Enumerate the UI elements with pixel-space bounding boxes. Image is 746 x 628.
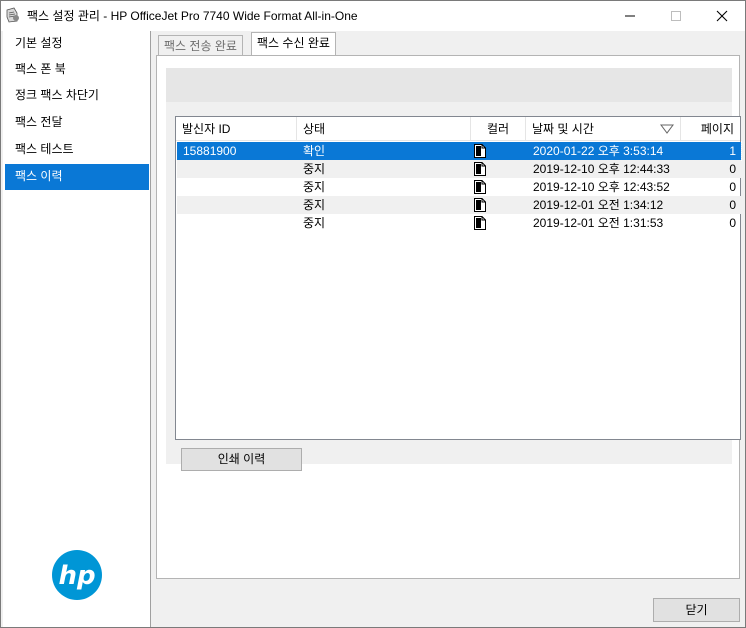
tab-fax-sent[interactable]: 팩스 전송 완료 <box>158 35 243 56</box>
sidebar-item-fax-test[interactable]: 팩스 테스트 <box>5 137 149 163</box>
fax-settings-window: 팩스 설정 관리 - HP OfficeJet Pro 7740 Wide Fo… <box>0 0 746 628</box>
window-title: 팩스 설정 관리 - HP OfficeJet Pro 7740 Wide Fo… <box>27 9 358 23</box>
sidebar-item-fax-history[interactable]: 팩스 이력 <box>5 164 149 190</box>
document-icon <box>474 180 486 194</box>
cell-pages: 0 <box>729 180 736 194</box>
table-row[interactable]: 중지 2019-12-01 오전 1:31:53 0 <box>177 214 741 232</box>
column-header-pages[interactable]: 페이지 <box>681 117 740 141</box>
close-window-button[interactable] <box>699 1 745 31</box>
fax-history-list[interactable]: 발신자 ID 상태 컬러 날짜 및 시간 페이지 15881900 확인 202… <box>175 116 742 440</box>
cell-status: 확인 <box>303 144 326 158</box>
panel-header-strip <box>166 68 732 102</box>
cell-status: 중지 <box>303 162 326 176</box>
fax-app-icon <box>6 7 19 23</box>
table-row[interactable]: 중지 2019-12-10 오후 12:43:52 0 <box>177 178 741 196</box>
sidebar-item-basic-settings[interactable]: 기본 설정 <box>5 31 149 57</box>
cell-datetime: 2019-12-01 오전 1:31:53 <box>533 216 664 230</box>
minimize-icon <box>625 15 635 17</box>
document-icon <box>474 198 486 212</box>
tab-panel-fax-received: 발신자 ID 상태 컬러 날짜 및 시간 페이지 15881900 확인 202… <box>156 55 742 579</box>
print-history-button[interactable]: 인쇄 이력 <box>181 448 302 471</box>
column-header-datetime-label: 날짜 및 시간 <box>532 122 594 136</box>
sidebar-item-phone-book[interactable]: 팩스 폰 북 <box>5 57 149 83</box>
cell-datetime: 2019-12-01 오전 1:34:12 <box>533 198 664 212</box>
document-icon <box>474 216 486 230</box>
cell-pages: 0 <box>729 198 736 212</box>
cell-status: 중지 <box>303 180 326 194</box>
column-header-color[interactable]: 컬러 <box>471 117 526 141</box>
maximize-icon <box>671 11 681 21</box>
column-header-datetime[interactable]: 날짜 및 시간 <box>526 117 681 141</box>
cell-datetime: 2019-12-10 오후 12:44:33 <box>533 162 670 176</box>
table-row[interactable]: 중지 2019-12-01 오전 1:34:12 0 <box>177 196 741 214</box>
sidebar-item-fax-forwarding[interactable]: 팩스 전달 <box>5 110 149 136</box>
sidebar-item-junk-fax-blocker[interactable]: 정크 팩스 차단기 <box>5 83 149 109</box>
minimize-button[interactable] <box>607 1 653 31</box>
cell-status: 중지 <box>303 198 326 212</box>
table-row[interactable]: 15881900 확인 2020-01-22 오후 3:53:14 1 <box>176 141 742 161</box>
table-row[interactable]: 중지 2019-12-10 오후 12:44:33 0 <box>177 160 741 178</box>
close-button[interactable]: 닫기 <box>653 598 740 622</box>
cell-datetime: 2019-12-10 오후 12:43:52 <box>533 180 670 194</box>
tab-fax-received[interactable]: 팩스 수신 완료 <box>251 32 336 56</box>
cell-pages: 0 <box>729 162 736 176</box>
title-bar[interactable]: 팩스 설정 관리 - HP OfficeJet Pro 7740 Wide Fo… <box>1 1 745 31</box>
maximize-button[interactable] <box>653 1 699 31</box>
document-icon <box>474 162 486 176</box>
close-icon <box>716 10 728 22</box>
cell-datetime: 2020-01-22 오후 3:53:14 <box>533 144 664 158</box>
cell-status: 중지 <box>303 216 326 230</box>
column-header-sender-id[interactable]: 발신자 ID <box>176 117 297 141</box>
hp-logo: hp <box>52 550 102 600</box>
history-panel: 발신자 ID 상태 컬러 날짜 및 시간 페이지 15881900 확인 202… <box>166 68 742 471</box>
sidebar: 기본 설정 팩스 폰 북 정크 팩스 차단기 팩스 전달 팩스 테스트 팩스 이… <box>3 31 151 627</box>
column-header-status[interactable]: 상태 <box>297 117 471 141</box>
svg-text:hp: hp <box>58 561 95 591</box>
cell-pages: 0 <box>729 216 736 230</box>
cell-sender-id: 15881900 <box>183 144 237 158</box>
list-header: 발신자 ID 상태 컬러 날짜 및 시간 페이지 <box>176 117 740 141</box>
document-icon <box>474 144 486 158</box>
cell-pages: 1 <box>729 144 736 158</box>
sort-descending-icon <box>660 124 674 134</box>
